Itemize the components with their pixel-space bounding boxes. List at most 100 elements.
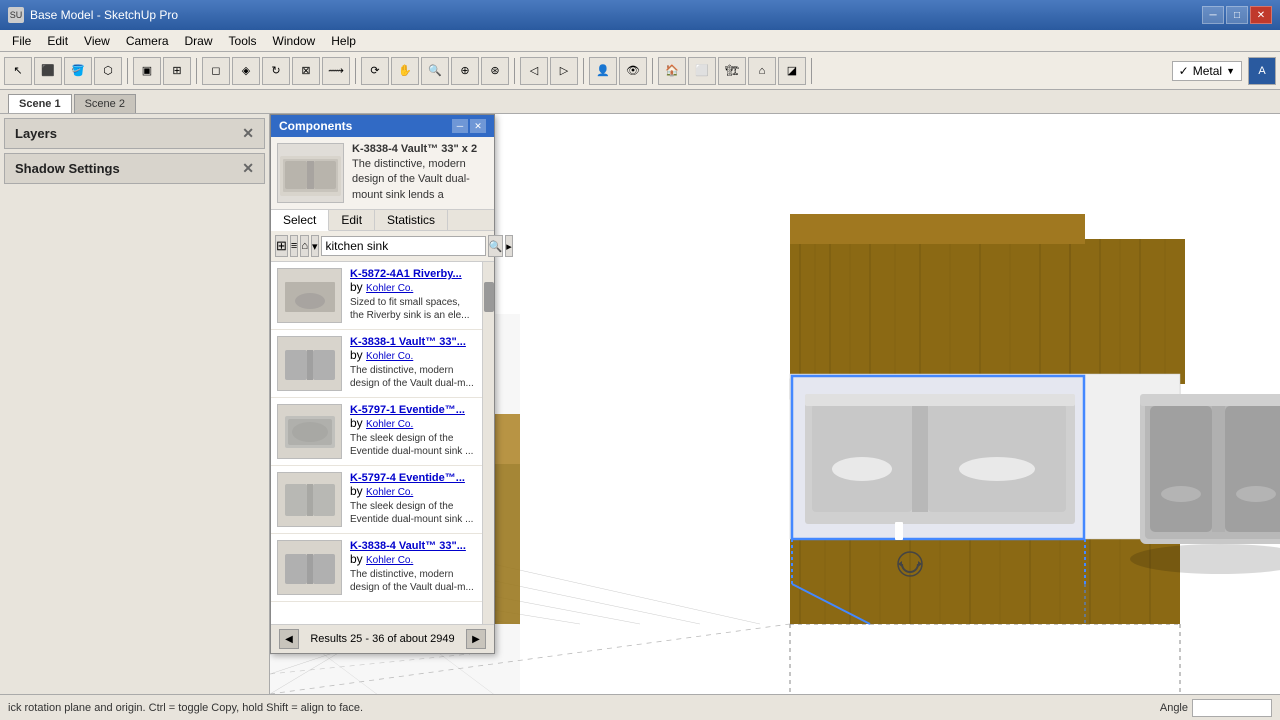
result-author-5[interactable]: Kohler Co. [366,555,413,566]
result-desc-4: The sleek design of the Eventide dual-mo… [350,500,476,526]
result-info-4: K-5797-4 Eventide™... by Kohler Co. The … [350,472,476,527]
menu-tools[interactable]: Tools [221,32,265,50]
minimize-button[interactable]: ─ [1202,6,1224,24]
result-item-2[interactable]: K-3838-1 Vault™ 33"... by Kohler Co. The… [271,330,482,398]
building-button[interactable]: 🏗 [718,57,746,85]
result-name-4[interactable]: K-5797-4 Eventide™... [350,472,476,484]
zoom-button[interactable]: 🔍 [421,57,449,85]
menu-file[interactable]: File [4,32,39,50]
result-desc-3: The sleek design of the Eventide dual-mo… [350,432,476,458]
layers-close-button[interactable]: ✕ [242,125,254,142]
viewport[interactable]: Components ─ ✕ K [270,114,1280,694]
walk-button[interactable]: 👤 [589,57,617,85]
result-thumbnail-5 [277,540,342,595]
select-tool-button[interactable]: ↖ [4,57,32,85]
previous-view-button[interactable]: ◁ [520,57,548,85]
rotate-button[interactable]: ↻ [262,57,290,85]
group-button[interactable]: ⊞ [163,57,191,85]
angle-input[interactable] [1192,699,1272,717]
result-info-2: K-3838-1 Vault™ 33"... by Kohler Co. The… [350,336,476,391]
scale-button[interactable]: ⊠ [292,57,320,85]
component-preview-desc: The distinctive, modern design of the Va… [352,157,488,203]
style-dropdown-icon[interactable]: ▼ [1226,66,1235,76]
shadow-settings-panel-item[interactable]: Shadow Settings ✕ [4,153,265,184]
result-name-3[interactable]: K-5797-1 Eventide™... [350,404,476,416]
result-name-5[interactable]: K-3838-4 Vault™ 33"... [350,540,476,552]
scroll-thumb[interactable] [484,282,494,312]
result-info-1: K-5872-4A1 Riverby... by Kohler Co. Size… [350,268,476,323]
result-desc-1: Sized to fit small spaces, the Riverby s… [350,296,476,322]
restore-button[interactable]: □ [1226,6,1248,24]
panel-close-button[interactable]: ✕ [470,119,486,133]
angle-section: Angle [1160,699,1272,717]
results-scrollbar[interactable] [482,262,494,624]
status-bar: ick rotation plane and origin. Ctrl = to… [0,694,1280,720]
scene-tab-1[interactable]: Scene 1 [8,94,72,113]
followme-button[interactable]: ⟿ [322,57,350,85]
style-selector[interactable]: ✓ Metal ▼ [1172,61,1242,81]
view-grid-button[interactable]: ⊞ [275,235,288,257]
component-tab-edit[interactable]: Edit [329,210,375,230]
result-name-1[interactable]: K-5872-4A1 Riverby... [350,268,476,280]
result-item-3[interactable]: K-5797-1 Eventide™... by Kohler Co. The … [271,398,482,466]
paint-bucket-button[interactable]: 🪣 [64,57,92,85]
panel-minimize-button[interactable]: ─ [452,119,468,133]
component-tab-select[interactable]: Select [271,210,329,231]
component-panel-tabs: Select Edit Statistics [271,210,494,231]
result-item-4[interactable]: K-5797-4 Eventide™... by Kohler Co. The … [271,466,482,534]
extension-warehouse-button[interactable]: ⬜ [688,57,716,85]
menu-camera[interactable]: Camera [118,32,177,50]
scene-tab-2[interactable]: Scene 2 [74,94,136,113]
orbit-button[interactable]: ⟳ [361,57,389,85]
look-button[interactable]: 👁 [619,57,647,85]
shadow-settings-close-button[interactable]: ✕ [242,160,254,177]
toolbar-separator-6 [652,58,653,84]
toolbar-separator-7 [811,58,812,84]
dropdown-button[interactable]: ▾ [311,235,319,257]
shadow-settings-label: Shadow Settings [15,161,120,176]
previous-results-button[interactable]: ◀ [279,629,299,649]
component-options-button[interactable]: ◪ [778,57,806,85]
zoom-window-button[interactable]: ⊕ [451,57,479,85]
next-view-button[interactable]: ▷ [550,57,578,85]
component-tab-statistics[interactable]: Statistics [375,210,448,230]
search-options-button[interactable]: ▸ [505,235,513,257]
push-pull2-button[interactable]: ◻ [202,57,230,85]
next-results-button[interactable]: ▶ [466,629,486,649]
search-execute-button[interactable]: 🔍 [488,235,504,257]
menu-window[interactable]: Window [265,32,324,50]
close-button[interactable]: ✕ [1250,6,1272,24]
menu-help[interactable]: Help [323,32,364,50]
menu-view[interactable]: View [76,32,118,50]
push-pull-button[interactable]: ⬛ [34,57,62,85]
toolbar-separator-2 [196,58,197,84]
result-thumbnail-2 [277,336,342,391]
status-text: ick rotation plane and origin. Ctrl = to… [8,702,363,714]
home-button[interactable]: ⌂ [300,235,309,257]
result-author-3[interactable]: Kohler Co. [366,419,413,430]
result-item-1[interactable]: K-5872-4A1 Riverby... by Kohler Co. Size… [271,262,482,330]
house-button[interactable]: ⌂ [748,57,776,85]
view-list-button[interactable]: ≡ [290,235,298,257]
result-item-5[interactable]: K-3838-4 Vault™ 33"... by Kohler Co. The… [271,534,482,602]
3d-warehouse-button[interactable]: 🏠 [658,57,686,85]
style-checkmark: ✓ [1179,64,1189,78]
move-button[interactable]: ◈ [232,57,260,85]
search-input[interactable] [321,236,486,256]
layers-panel-item[interactable]: Layers ✕ [4,118,265,149]
result-author-2[interactable]: Kohler Co. [366,351,413,362]
zoom-extents-button[interactable]: ⊛ [481,57,509,85]
main-layout: Layers ✕ Shadow Settings ✕ [0,114,1280,694]
app-icon: SU [8,7,24,23]
components-button[interactable]: ▣ [133,57,161,85]
app-title: Base Model - SketchUp Pro [30,8,178,22]
result-author-4[interactable]: Kohler Co. [366,487,413,498]
pan-button[interactable]: ✋ [391,57,419,85]
components-panel: Components ─ ✕ K [270,114,495,654]
result-author-1[interactable]: Kohler Co. [366,283,413,294]
eraser-button[interactable]: ⬡ [94,57,122,85]
display-style-button[interactable]: A [1248,57,1276,85]
menu-draw[interactable]: Draw [177,32,221,50]
result-name-2[interactable]: K-3838-1 Vault™ 33"... [350,336,476,348]
menu-edit[interactable]: Edit [39,32,76,50]
